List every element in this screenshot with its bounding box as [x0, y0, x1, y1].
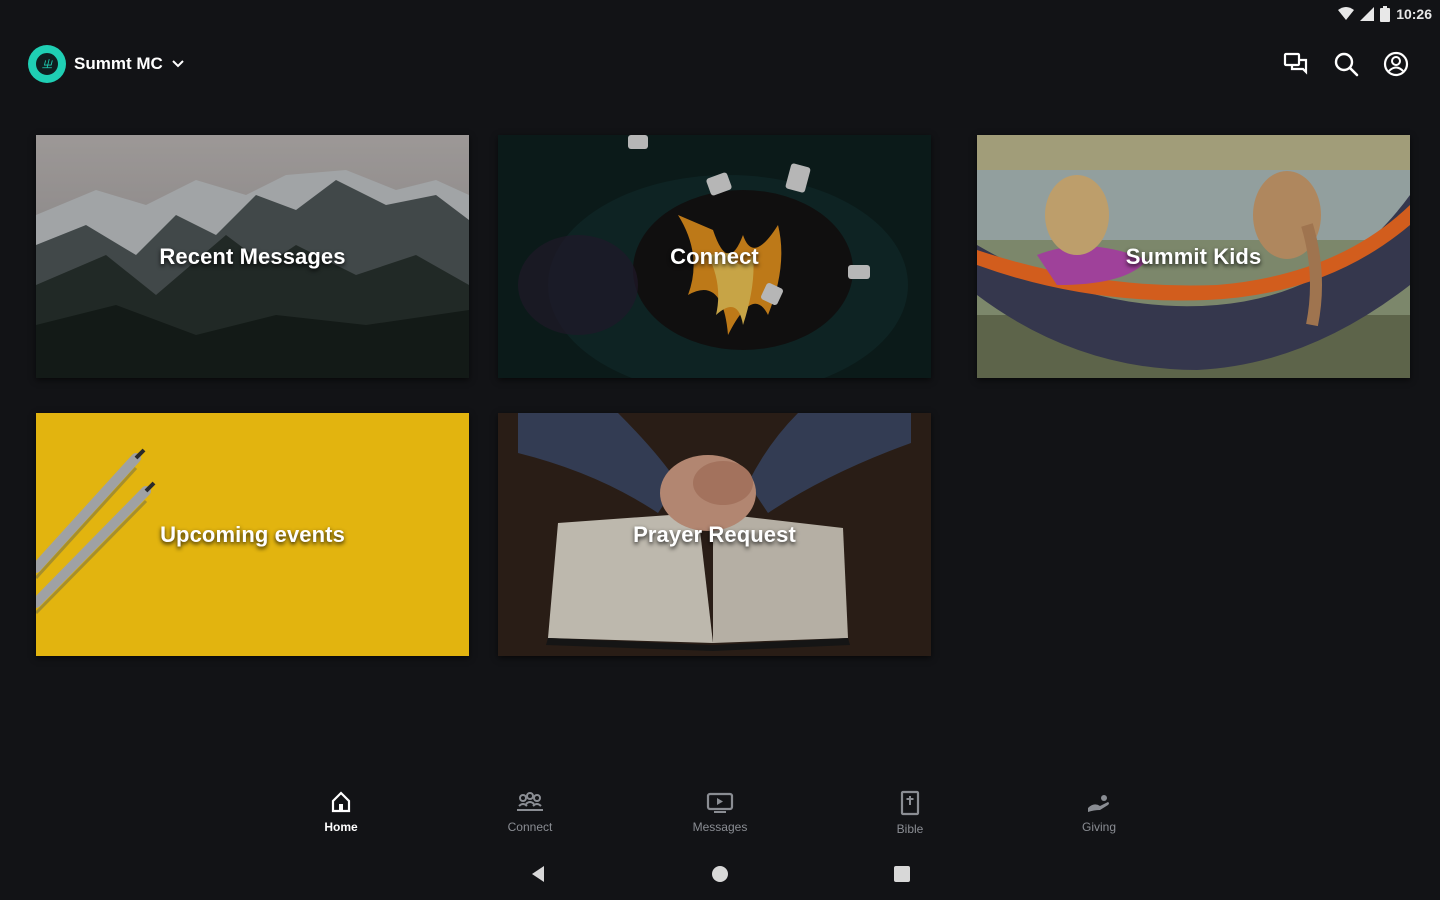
account-icon — [1383, 51, 1409, 77]
nav-label: Connect — [507, 820, 553, 834]
tile-label: Recent Messages — [159, 243, 346, 269]
home-system-button[interactable] — [706, 860, 734, 888]
clock: 10:26 — [1396, 6, 1432, 22]
nav-label: Messages — [692, 820, 748, 834]
back-button[interactable] — [524, 860, 552, 888]
tile-prayer-request[interactable]: Prayer Request — [498, 413, 931, 656]
tile-upcoming-events[interactable]: Upcoming events — [36, 413, 469, 656]
recents-button[interactable] — [888, 860, 916, 888]
nav-giving[interactable]: Giving — [1054, 790, 1144, 834]
system-nav-bar — [0, 860, 1440, 888]
circle-home-icon — [712, 866, 728, 882]
status-bar: 10:26 — [1338, 0, 1440, 28]
header-actions — [1282, 50, 1412, 78]
giving-icon — [1088, 795, 1109, 812]
org-logo: ㄓ — [28, 45, 66, 83]
cell-signal-icon — [1360, 7, 1375, 21]
tile-label: Summit Kids — [1125, 243, 1262, 269]
tile-label: Connect — [670, 243, 759, 269]
nav-label: Giving — [1081, 820, 1116, 834]
nav-bible[interactable]: Bible — [865, 790, 955, 836]
bible-icon — [900, 790, 920, 816]
search-icon — [1334, 52, 1359, 77]
bottom-nav: Home Connect Messages Bible Giving — [0, 790, 1440, 842]
nav-label: Home — [324, 820, 358, 834]
chevron-down-icon — [172, 60, 184, 68]
account-button[interactable] — [1382, 50, 1410, 78]
nav-messages[interactable]: Messages — [675, 790, 765, 834]
org-name: Summt MC — [74, 54, 163, 73]
back-icon — [532, 866, 544, 882]
app-bar: ㄓ Summt MC — [28, 40, 1412, 88]
wifi-icon — [1338, 7, 1355, 20]
org-switcher[interactable]: ㄓ Summt MC — [28, 45, 185, 83]
nav-connect[interactable]: Connect — [485, 790, 575, 834]
tile-connect[interactable]: Connect — [498, 135, 931, 378]
battery-icon — [1380, 6, 1391, 22]
tile-label: Upcoming events — [160, 521, 345, 547]
tile-recent-messages[interactable]: Recent Messages — [36, 135, 469, 378]
people-icon — [517, 792, 543, 811]
tile-summit-kids[interactable]: Summit Kids — [977, 135, 1410, 378]
square-recents-icon — [894, 866, 910, 882]
chat-button[interactable] — [1282, 50, 1310, 78]
video-icon — [706, 792, 734, 813]
nav-label: Bible — [896, 822, 924, 836]
chat-icon — [1283, 52, 1308, 75]
nav-home[interactable]: Home — [296, 790, 386, 834]
tile-label: Prayer Request — [633, 521, 796, 547]
search-button[interactable] — [1332, 50, 1360, 78]
home-icon — [331, 791, 351, 813]
